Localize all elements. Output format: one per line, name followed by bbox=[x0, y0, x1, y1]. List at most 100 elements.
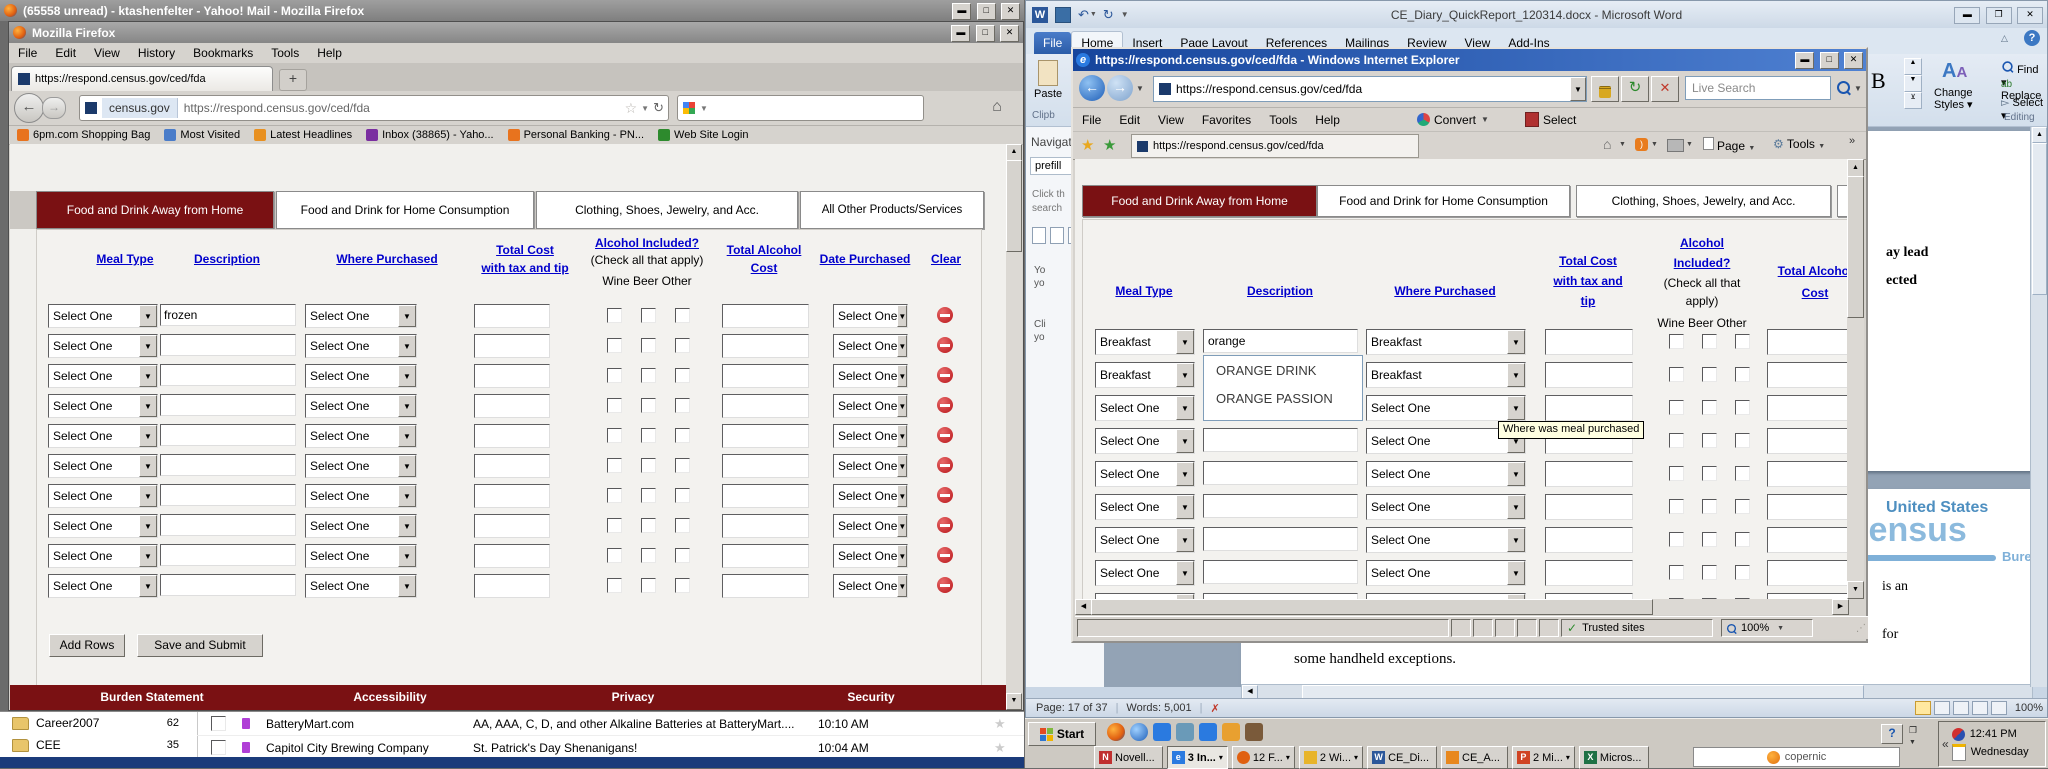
total-cost-input[interactable] bbox=[474, 574, 550, 598]
maximize-icon[interactable]: □ bbox=[977, 3, 996, 20]
clock[interactable]: 12:41 PM bbox=[1970, 728, 2017, 740]
maximize-icon[interactable]: □ bbox=[976, 25, 995, 42]
url-dropdown-icon[interactable]: ▼ bbox=[641, 104, 649, 113]
help-button[interactable]: ? bbox=[1881, 724, 1903, 744]
other-checkbox[interactable] bbox=[1735, 400, 1750, 415]
scrollbar-thumb[interactable] bbox=[1091, 599, 1653, 615]
total-alcohol-cost-input[interactable] bbox=[722, 514, 809, 538]
col-header-total-alcohol[interactable]: Total Alcohol bbox=[1778, 264, 1849, 278]
total-cost-input[interactable] bbox=[474, 424, 550, 448]
col-header-meal-type[interactable]: Meal Type bbox=[96, 252, 153, 266]
quicklaunch-icon[interactable] bbox=[1153, 723, 1171, 741]
date-purchased-select[interactable]: Select One▼ bbox=[833, 424, 908, 448]
col-header-total-alcohol-2[interactable]: Cost bbox=[751, 261, 778, 275]
col-header-total-cost[interactable]: Total Cost bbox=[1559, 254, 1617, 268]
add-rows-button[interactable]: Add Rows bbox=[49, 634, 125, 657]
beer-checkbox[interactable] bbox=[1702, 334, 1717, 349]
live-search-input[interactable]: Live Search bbox=[1685, 76, 1831, 100]
col-header-alcohol[interactable]: Alcohol Included? bbox=[595, 236, 699, 250]
styles-scroll-down-icon[interactable]: ▼ bbox=[1904, 75, 1922, 92]
search-magnifier-icon[interactable] bbox=[1837, 81, 1850, 97]
wine-checkbox[interactable] bbox=[1669, 334, 1684, 349]
ie-horizontal-scrollbar[interactable]: ◀ ▶ bbox=[1075, 599, 1849, 615]
task-button[interactable]: P 2 Mi... ▾ bbox=[1512, 746, 1575, 769]
scroll-up-icon[interactable]: ▲ bbox=[1006, 144, 1022, 161]
where-purchased-select[interactable]: Select One▼ bbox=[305, 334, 417, 358]
description-input[interactable] bbox=[160, 394, 296, 416]
task-button[interactable]: N Novell... bbox=[1094, 746, 1163, 769]
total-alcohol-cost-input[interactable] bbox=[722, 574, 809, 598]
mail-folder-row[interactable]: Career2007 62 bbox=[0, 712, 197, 734]
task-button[interactable]: 2 Wi... ▾ bbox=[1299, 746, 1363, 769]
calendar-icon[interactable] bbox=[1952, 744, 1966, 761]
other-checkbox[interactable] bbox=[1735, 334, 1750, 349]
task-button[interactable]: 12 F... ▾ bbox=[1232, 746, 1295, 769]
other-checkbox[interactable] bbox=[675, 398, 690, 413]
rss-icon[interactable]: ) bbox=[1635, 138, 1648, 151]
date-purchased-select[interactable]: Select One▼ bbox=[833, 364, 908, 388]
where-purchased-select[interactable]: Select One▼ bbox=[1366, 494, 1526, 520]
total-cost-input[interactable] bbox=[474, 514, 550, 538]
select-button[interactable]: Select bbox=[1525, 112, 1576, 127]
total-alcohol-cost-input[interactable] bbox=[1767, 494, 1849, 520]
meal-type-select[interactable]: Breakfast▼ bbox=[1095, 362, 1195, 388]
other-checkbox[interactable] bbox=[675, 338, 690, 353]
total-alcohol-cost-input[interactable] bbox=[1767, 560, 1849, 586]
tab-food-home[interactable]: Food and Drink for Home Consumption bbox=[276, 191, 534, 229]
other-checkbox[interactable] bbox=[1735, 565, 1750, 580]
description-input[interactable] bbox=[160, 364, 296, 386]
task-button[interactable]: W CE_Di... bbox=[1367, 746, 1437, 769]
minimize-icon[interactable]: ▬ bbox=[1954, 7, 1980, 24]
meal-type-select[interactable]: Select One▼ bbox=[1095, 461, 1195, 487]
close-icon[interactable]: ✕ bbox=[1000, 25, 1019, 42]
bookmark-item[interactable]: Latest Headlines bbox=[254, 129, 352, 141]
other-checkbox[interactable] bbox=[675, 548, 690, 563]
total-cost-input[interactable] bbox=[1545, 362, 1633, 388]
other-checkbox[interactable] bbox=[675, 458, 690, 473]
col-header-alcohol-2[interactable]: Included? bbox=[1674, 256, 1731, 270]
tab-food-away[interactable]: Food and Drink Away from Home bbox=[1082, 185, 1317, 217]
clear-row-icon[interactable] bbox=[937, 337, 953, 353]
wine-checkbox[interactable] bbox=[607, 368, 622, 383]
start-button[interactable]: Start bbox=[1028, 722, 1096, 746]
firefox-menu-item[interactable]: Edit bbox=[46, 46, 85, 60]
scrollbar-thumb[interactable] bbox=[2032, 143, 2047, 295]
where-purchased-select[interactable]: Select One▼ bbox=[305, 304, 417, 328]
page-menu-button[interactable]: Page ▼ bbox=[1703, 137, 1755, 153]
total-cost-input[interactable] bbox=[1545, 560, 1633, 586]
word-count[interactable]: Words: 5,001 bbox=[1126, 702, 1191, 714]
autocomplete-item[interactable]: ORANGE PASSION bbox=[1204, 384, 1362, 412]
ie-vertical-scrollbar[interactable]: ▲ ▼ bbox=[1847, 159, 1864, 599]
clear-row-icon[interactable] bbox=[937, 577, 953, 593]
print-layout-view-icon[interactable] bbox=[1915, 701, 1931, 715]
col-header-description[interactable]: Description bbox=[1247, 284, 1313, 298]
other-checkbox[interactable] bbox=[675, 368, 690, 383]
beer-checkbox[interactable] bbox=[1702, 565, 1717, 580]
tab-food-home[interactable]: Food and Drink for Home Consumption bbox=[1317, 185, 1570, 217]
other-checkbox[interactable] bbox=[1735, 367, 1750, 382]
wine-checkbox[interactable] bbox=[1669, 565, 1684, 580]
footer-privacy-link[interactable]: Privacy bbox=[612, 690, 655, 704]
wine-checkbox[interactable] bbox=[1669, 433, 1684, 448]
maximize-icon[interactable]: □ bbox=[1820, 52, 1839, 69]
other-checkbox[interactable] bbox=[675, 488, 690, 503]
tab-clothing[interactable]: Clothing, Shoes, Jewelry, and Acc. bbox=[1576, 185, 1831, 217]
back-button[interactable]: ← bbox=[1079, 75, 1105, 101]
total-alcohol-cost-input[interactable] bbox=[1767, 362, 1849, 388]
description-input[interactable] bbox=[160, 544, 296, 566]
outline-view-icon[interactable] bbox=[1972, 701, 1988, 715]
tab-clothing[interactable]: Clothing, Shoes, Jewelry, and Acc. bbox=[536, 191, 798, 229]
minimize-icon[interactable]: ▬ bbox=[952, 3, 971, 20]
total-alcohol-cost-input[interactable] bbox=[722, 364, 809, 388]
reload-icon[interactable]: ↻ bbox=[653, 100, 664, 116]
bookmark-item[interactable]: Inbox (38865) - Yaho... bbox=[366, 129, 494, 141]
other-checkbox[interactable] bbox=[675, 578, 690, 593]
star-icon[interactable]: ★ bbox=[994, 716, 1006, 732]
ie-menu-item[interactable]: View bbox=[1149, 113, 1193, 127]
where-purchased-select[interactable]: Select One▼ bbox=[305, 454, 417, 478]
description-input[interactable] bbox=[1203, 560, 1358, 584]
scroll-left-icon[interactable]: ◀ bbox=[1075, 599, 1092, 615]
total-cost-input[interactable] bbox=[474, 304, 550, 328]
total-alcohol-cost-input[interactable] bbox=[722, 544, 809, 568]
col-header-clear[interactable]: Clear bbox=[931, 252, 961, 266]
